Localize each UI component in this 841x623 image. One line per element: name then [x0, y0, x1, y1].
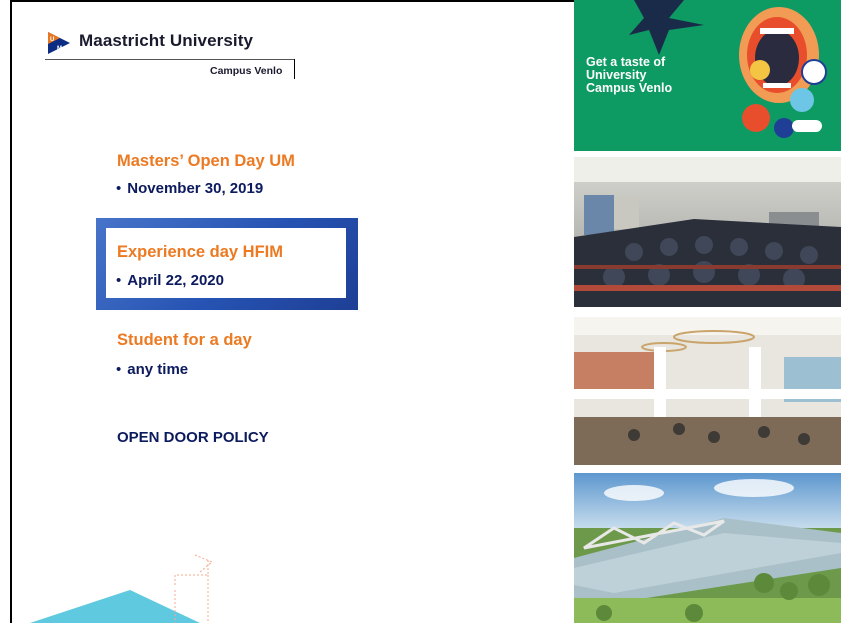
- svg-text:U: U: [50, 37, 54, 43]
- event-date-student-for-a-day: • any time: [116, 361, 188, 378]
- lecture-hall-image: [574, 157, 841, 307]
- event-title-masters-open-day: Masters’ Open Day UM: [117, 152, 295, 170]
- lecture-hall-photo: [574, 157, 841, 307]
- event-title-student-for-a-day: Student for a day: [117, 331, 252, 349]
- promo-banner-image: Get a taste of University Campus Venlo: [574, 0, 841, 151]
- frame-left-border: [10, 0, 12, 623]
- promo-line-3: Campus Venlo: [586, 81, 673, 95]
- open-door-policy: OPEN DOOR POLICY: [117, 429, 269, 446]
- event-date-text: April 22, 2020: [127, 272, 224, 289]
- university-name: Maastricht University: [79, 31, 254, 50]
- event-date-experience-day: • April 22, 2020: [116, 272, 224, 289]
- bullet-icon: •: [116, 272, 122, 289]
- highlight-box: [96, 218, 358, 310]
- campus-building-photo: [574, 473, 841, 623]
- bullet-icon: •: [116, 361, 122, 378]
- event-date-text: any time: [127, 361, 189, 378]
- svg-text:M: M: [57, 46, 62, 52]
- logo-tick-line: [294, 59, 295, 79]
- event-title-experience-day: Experience day HFIM: [117, 243, 283, 261]
- campus-name: Campus Venlo: [210, 65, 283, 77]
- campus-building-image: [574, 473, 841, 623]
- promo-text: Get a taste of University Campus Venlo: [586, 56, 672, 95]
- atrium-image: [574, 317, 841, 465]
- atrium-photo: [574, 317, 841, 465]
- university-logo: U M Maastricht University Campus Venlo: [45, 30, 355, 80]
- event-date-text: November 30, 2019: [127, 180, 264, 197]
- um-logo-icon: U M: [48, 32, 70, 54]
- bullet-icon: •: [116, 180, 122, 197]
- logo-divider: [45, 59, 294, 60]
- event-date-masters-open-day: • November 30, 2019: [116, 180, 263, 197]
